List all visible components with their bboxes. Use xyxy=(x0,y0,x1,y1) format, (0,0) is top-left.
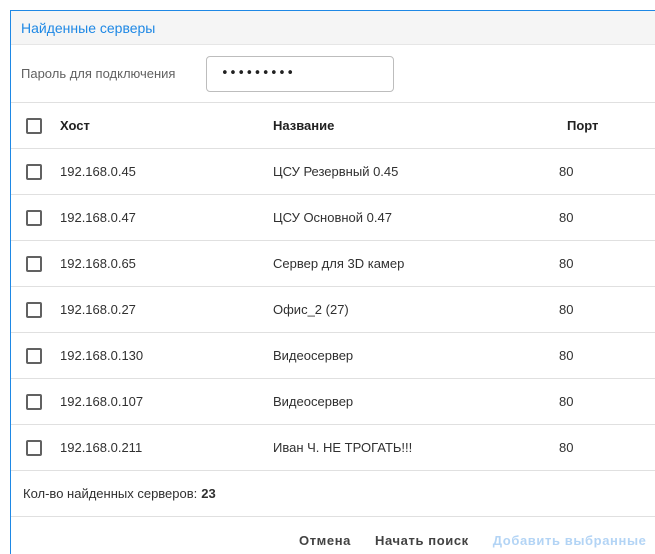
cell-name: ЦСУ Основной 0.47 xyxy=(273,210,392,225)
password-label: Пароль для подключения xyxy=(21,66,176,81)
found-servers-dialog: Найденные серверы Пароль для подключения… xyxy=(10,10,655,554)
servers-count-value: 23 xyxy=(201,486,216,501)
servers-count: Кол-во найденных серверов: 23 xyxy=(11,471,655,517)
table-body: 192.168.0.45 ЦСУ Резервный 0.45 80 192.168.… xyxy=(11,149,655,471)
cell-name: Сервер для 3D камер xyxy=(273,256,405,271)
cell-port: 80 xyxy=(559,302,574,317)
row-checkbox[interactable] xyxy=(26,301,42,318)
start-search-button[interactable]: Начать поиск xyxy=(363,522,481,554)
cell-port: 80 xyxy=(559,256,574,271)
cell-name: Видеосервер xyxy=(273,348,354,363)
table-row[interactable]: 192.168.0.47 ЦСУ Основной 0.47 80 xyxy=(11,195,655,241)
cell-port: 80 xyxy=(559,164,574,179)
cell-host: 192.168.0.107 xyxy=(60,394,144,409)
table-row[interactable]: 192.168.0.65 Сервер для 3D камер 80 xyxy=(11,241,655,287)
table-row[interactable]: 192.168.0.107 Видеосервер 80 xyxy=(11,379,655,425)
header-host[interactable]: Хост xyxy=(51,118,273,133)
password-field[interactable] xyxy=(206,55,394,92)
servers-table: Хост Название Порт 192.168.0.45 ЦСУ Резер… xyxy=(11,103,655,471)
cell-name: Видеосервер xyxy=(273,394,354,409)
cell-port: 80 xyxy=(559,394,574,409)
cell-host: 192.168.0.211 xyxy=(60,440,143,455)
row-checkbox[interactable] xyxy=(26,255,42,272)
row-checkbox[interactable] xyxy=(26,163,42,180)
select-all-checkbox[interactable] xyxy=(26,117,42,134)
dialog-actions: Отмена Начать поиск Добавить выбранные xyxy=(11,517,655,554)
dialog-title: Найденные серверы xyxy=(21,19,156,36)
header-name[interactable]: Название xyxy=(273,118,559,133)
password-row: Пароль для подключения xyxy=(11,45,655,103)
add-selected-button[interactable]: Добавить выбранные xyxy=(481,522,655,554)
table-row[interactable]: 192.168.0.130 Видеосервер 80 xyxy=(11,333,655,379)
cell-host: 192.168.0.47 xyxy=(60,210,136,225)
table-row[interactable]: 192.168.0.27 Офис_2 (27) 80 xyxy=(11,287,655,333)
cancel-button[interactable]: Отмена xyxy=(287,522,363,554)
row-checkbox[interactable] xyxy=(26,209,42,226)
cell-name: Иван Ч. НЕ ТРОГАТЬ!!! xyxy=(273,440,413,455)
dialog-title-bar: Найденные серверы xyxy=(11,11,655,45)
row-checkbox[interactable] xyxy=(26,347,42,364)
cell-host: 192.168.0.65 xyxy=(60,256,136,271)
cell-port: 80 xyxy=(559,440,574,455)
table-row[interactable]: 192.168.0.45 ЦСУ Резервный 0.45 80 xyxy=(11,149,655,195)
cell-host: 192.168.0.45 xyxy=(60,164,136,179)
cell-host: 192.168.0.130 xyxy=(60,348,144,363)
row-checkbox[interactable] xyxy=(26,393,42,410)
row-checkbox[interactable] xyxy=(26,439,42,456)
cell-name: ЦСУ Резервный 0.45 xyxy=(273,164,399,179)
header-port[interactable]: Порт xyxy=(559,118,655,133)
servers-count-label: Кол-во найденных серверов: xyxy=(23,486,198,501)
cell-name: Офис_2 (27) xyxy=(273,302,349,317)
table-header-row: Хост Название Порт xyxy=(11,103,655,149)
table-row[interactable]: 192.168.0.211 Иван Ч. НЕ ТРОГАТЬ!!! 80 xyxy=(11,425,655,471)
cell-host: 192.168.0.27 xyxy=(60,302,136,317)
cell-port: 80 xyxy=(559,348,574,363)
cell-port: 80 xyxy=(559,210,574,225)
